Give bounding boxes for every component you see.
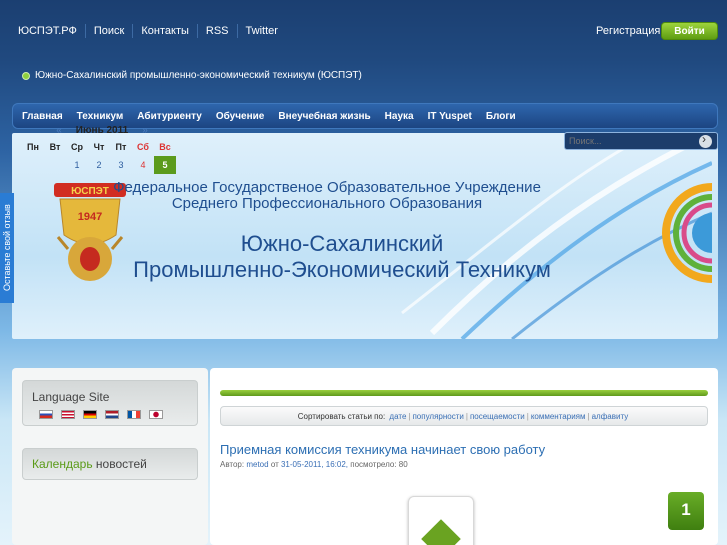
- calendar-day[interactable]: 2: [88, 156, 110, 174]
- weekday: Вт: [49, 142, 61, 152]
- sort-by-comments[interactable]: комментариям: [531, 412, 586, 421]
- menu-item-science[interactable]: Наука: [378, 111, 421, 122]
- sort-label: Сортировать статьи по:: [297, 411, 386, 421]
- weekday: Пн: [27, 142, 39, 152]
- search-input[interactable]: [565, 136, 695, 146]
- language-title: Language Site: [32, 390, 110, 404]
- weekday: Чт: [93, 142, 105, 152]
- banner-line-4: Промышленно-Экономический Техникум: [133, 257, 551, 282]
- banner-line-1: Федеральное Государственое Образовательн…: [113, 179, 541, 196]
- calendar-grid: « Июнь 2011 » Пн Вт Ср Чт Пт Сб Вс 1 2 3…: [22, 122, 182, 174]
- calendar-day[interactable]: 4: [132, 156, 154, 174]
- menu-item-home[interactable]: Главная: [15, 111, 70, 122]
- language-flags: [39, 410, 163, 419]
- weekday: Сб: [137, 142, 149, 152]
- breadcrumb: Южно-Сахалинский промышленно-экономическ…: [22, 70, 362, 81]
- flag-de-icon[interactable]: [83, 410, 97, 419]
- content-divider: [220, 390, 708, 396]
- flag-nl-icon[interactable]: [105, 410, 119, 419]
- menu-item-college[interactable]: Техникум: [70, 111, 131, 122]
- flag-fr-icon[interactable]: [127, 410, 141, 419]
- sort-by-date[interactable]: дате: [389, 412, 406, 421]
- emblem-year: 1947: [78, 211, 102, 223]
- calendar-header: « Июнь 2011 »: [22, 122, 182, 138]
- weekday: Пт: [115, 142, 127, 152]
- login-button[interactable]: Войти: [661, 22, 718, 40]
- flag-us-icon[interactable]: [61, 410, 75, 419]
- top-bar: ЮСПЭТ.РФ Поиск Контакты RSS Twitter Реги…: [0, 0, 727, 62]
- search-box: [564, 132, 718, 150]
- feedback-tab[interactable]: Оставьте свой отзыв: [0, 193, 14, 303]
- sidebar: Language Site Календарь новостей: [12, 368, 208, 545]
- calendar-title: Календарь новостей: [32, 457, 147, 471]
- topnav-link-rss[interactable]: RSS: [198, 24, 238, 38]
- flag-jp-icon[interactable]: [149, 410, 163, 419]
- calendar-day: [22, 156, 44, 174]
- calendar-panel: Календарь новостей: [22, 448, 198, 480]
- menu-item-applicants[interactable]: Абитуриенту: [130, 111, 209, 122]
- sort-by-alphabet[interactable]: алфавиту: [592, 412, 629, 421]
- weekday: Ср: [71, 142, 83, 152]
- topnav-link-contacts[interactable]: Контакты: [133, 24, 198, 38]
- article-title[interactable]: Приемная комиссия техникума начинает сво…: [220, 442, 545, 457]
- search-go-icon[interactable]: [699, 132, 712, 148]
- register-link[interactable]: Регистрация: [596, 24, 660, 38]
- top-nav: ЮСПЭТ.РФ Поиск Контакты RSS Twitter: [10, 24, 286, 38]
- banner-line-2: Среднего Профессионального Образования: [171, 195, 483, 212]
- calendar-prev-button[interactable]: «: [56, 125, 62, 136]
- calendar-next-button[interactable]: »: [142, 125, 148, 136]
- article-author-link[interactable]: metod: [246, 460, 268, 469]
- weekday: Вс: [159, 142, 171, 152]
- sort-by-views[interactable]: посещаемости: [470, 412, 525, 421]
- banner-line-3: Южно-Сахалинский: [240, 231, 444, 256]
- breadcrumb-text[interactable]: Южно-Сахалинский промышленно-экономическ…: [35, 70, 362, 81]
- sort-by-popularity[interactable]: популярности: [412, 412, 463, 421]
- calendar-day: [44, 156, 66, 174]
- topnav-link-search[interactable]: Поиск: [86, 24, 134, 38]
- article-meta: Автор: metod от 31-05-2011, 16:02, посмо…: [220, 460, 408, 469]
- flag-ru-icon[interactable]: [39, 410, 53, 419]
- main-content: Сортировать статьи по: дате | популярност…: [210, 368, 718, 545]
- calendar-month: Июнь 2011: [75, 124, 129, 136]
- menu-item-blogs[interactable]: Блоги: [479, 111, 523, 122]
- article-number-badge: 1: [668, 492, 704, 530]
- calendar-weekdays: Пн Вт Ср Чт Пт Сб Вс: [22, 138, 182, 156]
- article-date-link[interactable]: 31-05-2011, 16:02,: [281, 460, 348, 469]
- menu-item-education[interactable]: Обучение: [209, 111, 272, 122]
- topnav-link-site[interactable]: ЮСПЭТ.РФ: [10, 24, 86, 38]
- menu-item-it-yuspet[interactable]: IT Yuspet: [421, 111, 479, 122]
- calendar-day[interactable]: 3: [110, 156, 132, 174]
- calendar-day-today[interactable]: 5: [154, 156, 176, 174]
- sort-bar: Сортировать статьи по: дате | популярност…: [220, 406, 708, 426]
- calendar-day[interactable]: 1: [66, 156, 88, 174]
- menu-item-extracurricular[interactable]: Внеучебная жизнь: [271, 111, 377, 122]
- topnav-link-twitter[interactable]: Twitter: [238, 24, 286, 38]
- home-icon[interactable]: [22, 71, 30, 80]
- language-panel: Language Site: [22, 380, 198, 426]
- article-document-icon: [408, 496, 474, 545]
- calendar-week-row: 1 2 3 4 5: [22, 156, 182, 174]
